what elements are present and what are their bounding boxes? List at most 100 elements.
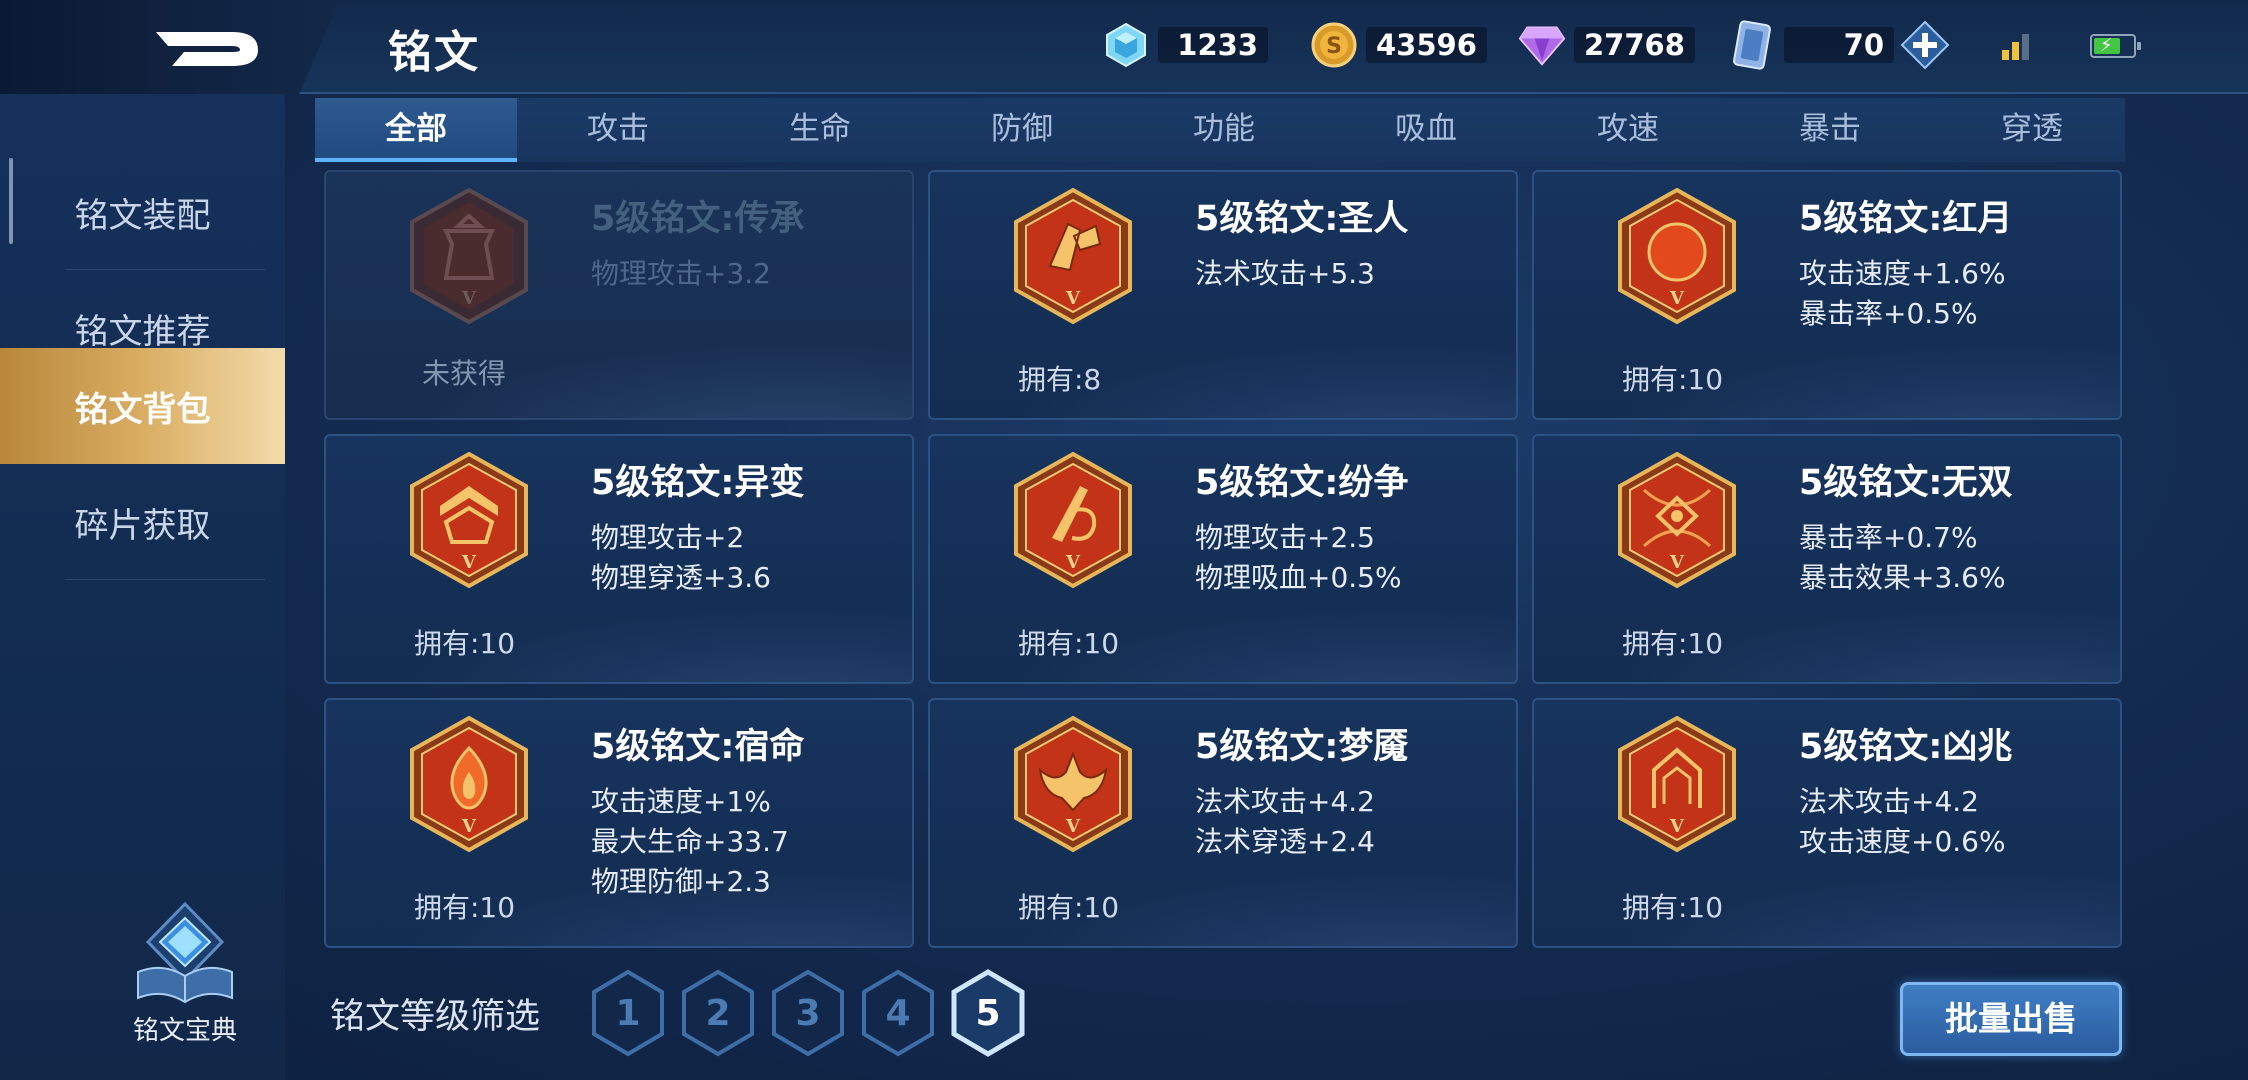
level-filter-1[interactable]: 1 xyxy=(588,968,668,1058)
rune-name: 5级铭文:宿命 xyxy=(591,727,805,767)
codex-label: 铭文宝典 xyxy=(132,1016,237,1046)
svg-text:V: V xyxy=(1669,552,1685,573)
level-number: 4 xyxy=(885,992,911,1034)
svg-text:V: V xyxy=(1065,288,1081,309)
sidebar-item-equip[interactable]: 铭文装配 xyxy=(0,154,285,270)
rune-attribute: 物理穿透+3.6 xyxy=(591,561,771,594)
tab-penetration[interactable]: 穿透 xyxy=(1931,98,2133,162)
rune-attribute: 物理攻击+2.5 xyxy=(1195,521,1375,554)
rune-name: 5级铭文:传承 xyxy=(591,199,805,239)
back-button[interactable] xyxy=(150,18,270,78)
rune-card-suming[interactable]: V 5级铭文:宿命 攻击速度+1% 最大生命+33.7 物理防御+2.3 拥有:… xyxy=(324,698,914,948)
rune-attribute: 暴击率+0.7% xyxy=(1799,521,1978,554)
rune-attribute: 暴击效果+3.6% xyxy=(1799,561,2006,594)
codex-button[interactable]: 铭文宝典 xyxy=(110,900,260,1050)
rune-attribute: 法术攻击+5.3 xyxy=(1195,257,1375,290)
tab-lifesteal[interactable]: 吸血 xyxy=(1325,98,1527,162)
top-bar: 铭文 1233 S 43596 27768 70 ⚡ xyxy=(0,0,2248,94)
level-number: 2 xyxy=(705,992,731,1034)
rune-owned-count: 拥有:10 xyxy=(414,627,516,660)
purple-crystal-icon xyxy=(1518,21,1566,69)
currency-value: 1233 xyxy=(1158,27,1268,63)
rune-owned-status: 未获得 xyxy=(422,357,507,390)
xiongzhao-emblem-icon: V xyxy=(1618,715,1736,853)
rune-owned-count: 拥有:10 xyxy=(1018,627,1120,660)
rune-attribute: 法术穿透+2.4 xyxy=(1195,825,1375,858)
rune-card-yibian[interactable]: V 5级铭文:异变 物理攻击+2 物理穿透+3.6 拥有:10 xyxy=(324,434,914,684)
rune-owned-count: 拥有:10 xyxy=(414,891,516,924)
rune-attribute: 物理攻击+2 xyxy=(591,521,745,554)
rune-card-hongyue[interactable]: V 5级铭文:红月 攻击速度+1.6% 暴击率+0.5% 拥有:10 xyxy=(1532,170,2122,420)
svg-text:V: V xyxy=(461,552,477,573)
rune-attribute: 攻击速度+0.6% xyxy=(1799,825,2006,858)
wushuang-emblem-icon: V xyxy=(1618,451,1736,589)
add-ticket-button[interactable] xyxy=(1900,20,1950,70)
rune-card-shengren[interactable]: V 5级铭文:圣人 法术攻击+5.3 拥有:8 xyxy=(928,170,1518,420)
level-number: 1 xyxy=(615,992,641,1034)
level-number: 5 xyxy=(975,992,1001,1034)
tab-health[interactable]: 生命 xyxy=(719,98,921,162)
rune-owned-count: 拥有:8 xyxy=(1018,363,1102,396)
rune-name: 5级铭文:纷争 xyxy=(1195,463,1409,503)
rune-name: 5级铭文:梦魇 xyxy=(1195,727,1409,767)
svg-text:V: V xyxy=(461,816,477,837)
fenzheng-emblem-icon: V xyxy=(1014,451,1132,589)
sidebar-item-label: 铭文装配 xyxy=(74,195,211,236)
rune-name: 5级铭文:异变 xyxy=(591,463,805,503)
svg-text:V: V xyxy=(1669,816,1685,837)
rune-card-xiongzhao[interactable]: V 5级铭文:凶兆 法术攻击+4.2 攻击速度+0.6% 拥有:10 xyxy=(1532,698,2122,948)
rune-name: 5级铭文:圣人 xyxy=(1195,199,1409,239)
level-filter-2[interactable]: 2 xyxy=(678,968,758,1058)
signal-icon xyxy=(2002,32,2032,60)
rune-grid: V 5级铭文:传承 物理攻击+3.2 未获得 V 5级铭文:圣人 法术攻击+5.… xyxy=(324,170,2124,950)
rune-name: 5级铭文:红月 xyxy=(1799,199,2013,239)
gold-coin-icon: S xyxy=(1310,21,1358,69)
rune-card-wushuang[interactable]: V 5级铭文:无双 暴击率+0.7% 暴击效果+3.6% 拥有:10 xyxy=(1532,434,2122,684)
yibian-emblem-icon: V xyxy=(410,451,528,589)
tab-all[interactable]: 全部 xyxy=(315,98,517,162)
rune-card-fenzheng[interactable]: V 5级铭文:纷争 物理攻击+2.5 物理吸血+0.5% 拥有:10 xyxy=(928,434,1518,684)
rune-card-mengyan[interactable]: V 5级铭文:梦魇 法术攻击+4.2 法术穿透+2.4 拥有:10 xyxy=(928,698,1518,948)
tab-defense[interactable]: 防御 xyxy=(921,98,1123,162)
codex-book-icon xyxy=(137,901,233,1004)
rune-card-chuancheng[interactable]: V 5级铭文:传承 物理攻击+3.2 未获得 xyxy=(324,170,914,420)
plus-icon xyxy=(1900,20,1950,70)
tab-attack-speed[interactable]: 攻速 xyxy=(1527,98,1729,162)
svg-text:V: V xyxy=(1065,816,1081,837)
rune-attribute: 法术攻击+4.2 xyxy=(1195,785,1375,818)
level-filter-5[interactable]: 5 xyxy=(948,968,1028,1058)
rune-name: 5级铭文:凶兆 xyxy=(1799,727,2013,767)
level-filter-4[interactable]: 4 xyxy=(858,968,938,1058)
sidebar-item-fragments[interactable]: 碎片获取 xyxy=(0,464,285,580)
rune-name: 5级铭文:无双 xyxy=(1799,463,2013,503)
rune-attribute: 物理攻击+3.2 xyxy=(591,257,771,290)
level-filter-3[interactable]: 3 xyxy=(768,968,848,1058)
currency-gold: S 43596 xyxy=(1310,20,1487,70)
rune-owned-count: 拥有:10 xyxy=(1018,891,1120,924)
rune-attribute: 暴击率+0.5% xyxy=(1799,297,1978,330)
rune-attribute: 攻击速度+1.6% xyxy=(1799,257,2006,290)
sidebar-item-label: 碎片获取 xyxy=(74,505,211,546)
tab-attack[interactable]: 攻击 xyxy=(517,98,719,162)
back-arrow-icon xyxy=(156,32,258,66)
svg-text:V: V xyxy=(1065,552,1081,573)
shengren-emblem-icon: V xyxy=(1014,187,1132,325)
ticket-card-icon xyxy=(1728,20,1776,70)
currency-crystal: 27768 xyxy=(1518,20,1695,70)
svg-text:V: V xyxy=(1669,288,1685,309)
sidebar-item-backpack[interactable]: 铭文背包 xyxy=(0,348,285,464)
tab-function[interactable]: 功能 xyxy=(1123,98,1325,162)
chuancheng-emblem-icon: V xyxy=(410,187,528,325)
battery-icon: ⚡ xyxy=(2090,34,2141,58)
category-tabs: 全部 攻击 生命 防御 功能 吸血 攻速 暴击 穿透 xyxy=(315,98,2125,162)
svg-text:S: S xyxy=(1326,34,1342,59)
batch-sell-button[interactable]: 批量出售 xyxy=(1900,982,2122,1056)
rune-attribute: 法术攻击+4.2 xyxy=(1799,785,1979,818)
tab-critical[interactable]: 暴击 xyxy=(1729,98,1931,162)
currency-value: 43596 xyxy=(1366,27,1487,63)
rune-attribute: 攻击速度+1% xyxy=(591,785,771,818)
level-filter-label: 铭文等级筛选 xyxy=(330,997,541,1037)
diamond-gem-icon xyxy=(1102,21,1150,69)
sidebar-item-label: 铭文背包 xyxy=(74,389,211,430)
sidebar-item-label: 铭文推荐 xyxy=(74,311,211,352)
